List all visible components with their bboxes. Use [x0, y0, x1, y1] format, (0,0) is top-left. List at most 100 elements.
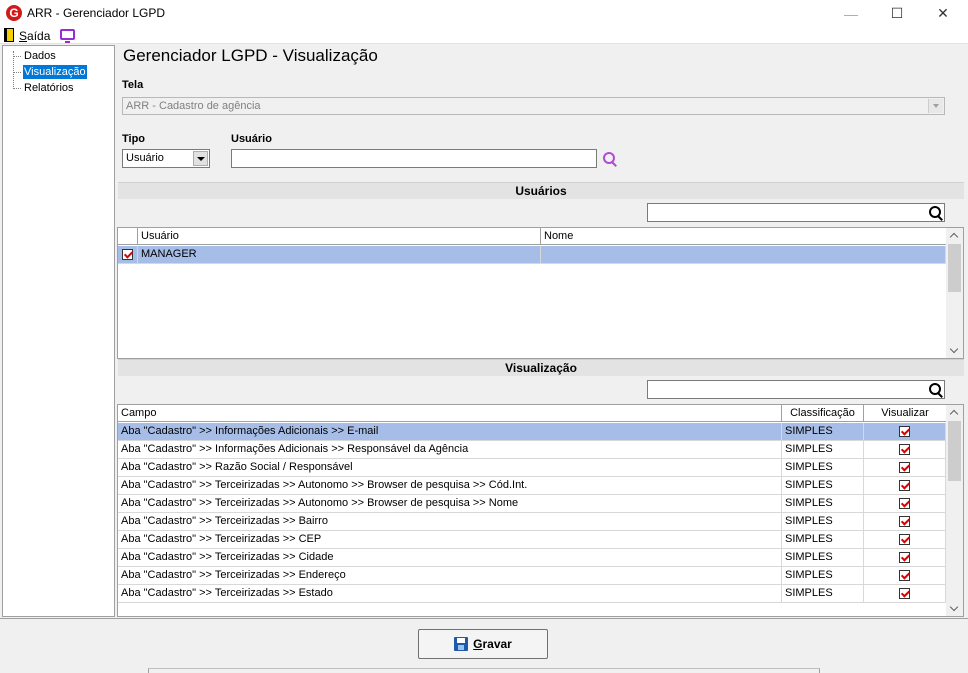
navigation-tree: Dados Visualização Relatórios: [2, 45, 115, 617]
save-mnemonic: G: [473, 637, 483, 651]
campo-cell: Aba "Cadastro" >> Terceirizadas >> Cidad…: [118, 549, 782, 567]
campo-cell: Aba "Cadastro" >> Razão Social / Respons…: [118, 459, 782, 477]
campo-cell: Aba "Cadastro" >> Terceirizadas >> Auton…: [118, 477, 782, 495]
tipo-combobox[interactable]: Usuário: [122, 149, 210, 168]
table-row[interactable]: Aba "Cadastro" >> Terceirizadas >> Cidad…: [118, 549, 946, 567]
visualizar-cell[interactable]: [864, 585, 946, 603]
tree-item-relatorios[interactable]: Relatórios: [13, 81, 75, 96]
table-row[interactable]: MANAGER: [118, 246, 946, 264]
users-grid-scrollbar[interactable]: [946, 228, 963, 358]
save-button[interactable]: Gravar: [418, 629, 548, 659]
table-row[interactable]: Aba "Cadastro" >> Razão Social / Respons…: [118, 459, 946, 477]
visualizar-cell[interactable]: [864, 549, 946, 567]
view-section-header: Visualização: [118, 359, 964, 376]
monitor-icon[interactable]: [60, 29, 75, 43]
title-bar: G ARR - Gerenciador LGPD — ☐ ✕: [0, 0, 968, 27]
checkbox-checked-icon[interactable]: [899, 498, 910, 509]
view-filter-input[interactable]: [647, 380, 945, 399]
table-row[interactable]: Aba "Cadastro" >> Terceirizadas >> Bairr…: [118, 513, 946, 531]
scroll-down-icon[interactable]: [946, 343, 963, 358]
checkbox-checked-icon[interactable]: [899, 516, 910, 527]
tree-item-dados[interactable]: Dados: [13, 49, 57, 64]
table-row[interactable]: Aba "Cadastro" >> Terceirizadas >> Estad…: [118, 585, 946, 603]
table-row[interactable]: Aba "Cadastro" >> Terceirizadas >> Ender…: [118, 567, 946, 585]
classificacao-cell: SIMPLES: [782, 531, 864, 549]
tela-label: Tela: [122, 79, 144, 91]
tree-item-label: Relatórios: [24, 82, 74, 94]
checkbox-checked-icon[interactable]: [899, 570, 910, 581]
checkbox-checked-icon[interactable]: [899, 552, 910, 563]
checkbox-checked-icon[interactable]: [899, 588, 910, 599]
floppy-disk-icon: [454, 637, 469, 651]
footer-divider: [0, 618, 968, 619]
tela-value: ARR - Cadastro de agência: [126, 100, 261, 112]
search-icon[interactable]: [603, 152, 617, 166]
exit-menu-item[interactable]: Saída: [19, 29, 50, 43]
table-row[interactable]: Aba "Cadastro" >> Terceirizadas >> Auton…: [118, 495, 946, 513]
background-window-edge: [148, 668, 820, 673]
search-icon[interactable]: [929, 383, 943, 397]
campo-cell: Aba "Cadastro" >> Terceirizadas >> Estad…: [118, 585, 782, 603]
campo-cell: Aba "Cadastro" >> Terceirizadas >> CEP: [118, 531, 782, 549]
scroll-thumb[interactable]: [948, 421, 961, 481]
scroll-up-icon[interactable]: [946, 405, 963, 420]
users-section-header: Usuários: [118, 182, 964, 199]
search-icon[interactable]: [929, 206, 943, 220]
column-header-nome[interactable]: Nome: [541, 228, 947, 245]
close-button[interactable]: ✕: [920, 0, 966, 27]
tipo-value: Usuário: [126, 152, 164, 164]
table-row[interactable]: Aba "Cadastro" >> Informações Adicionais…: [118, 441, 946, 459]
usuario-input[interactable]: [231, 149, 597, 168]
table-row[interactable]: Aba "Cadastro" >> Terceirizadas >> Auton…: [118, 477, 946, 495]
scroll-up-icon[interactable]: [946, 228, 963, 243]
classificacao-cell: SIMPLES: [782, 459, 864, 477]
scroll-down-icon[interactable]: [946, 601, 963, 616]
column-header-usuario[interactable]: Usuário: [138, 228, 541, 245]
users-filter-input[interactable]: [647, 203, 945, 222]
checkbox-checked-icon[interactable]: [122, 249, 133, 260]
classificacao-cell: SIMPLES: [782, 423, 864, 441]
campo-cell: Aba "Cadastro" >> Terceirizadas >> Auton…: [118, 495, 782, 513]
minimize-button[interactable]: —: [828, 0, 874, 27]
classificacao-cell: SIMPLES: [782, 549, 864, 567]
column-header-classificacao[interactable]: Classificação: [782, 405, 864, 422]
row-checkbox-cell[interactable]: [118, 246, 138, 264]
page-title: Gerenciador LGPD - Visualização: [123, 46, 378, 65]
exit-door-icon[interactable]: [4, 28, 14, 42]
scroll-thumb[interactable]: [948, 244, 961, 292]
fields-grid: Campo Classificação Visualizar Aba "Cada…: [117, 404, 964, 617]
chevron-down-icon[interactable]: [928, 99, 943, 113]
app-logo-icon: G: [6, 5, 22, 21]
visualizar-cell[interactable]: [864, 513, 946, 531]
campo-cell: Aba "Cadastro" >> Informações Adicionais…: [118, 441, 782, 459]
visualizar-cell[interactable]: [864, 423, 946, 441]
users-grid: Usuário Nome MANAGER: [117, 227, 964, 359]
classificacao-cell: SIMPLES: [782, 441, 864, 459]
checkbox-column-header: [118, 228, 138, 245]
checkbox-checked-icon[interactable]: [899, 462, 910, 473]
tree-item-visualizacao[interactable]: Visualização: [13, 65, 87, 80]
visualizar-cell[interactable]: [864, 477, 946, 495]
checkbox-checked-icon[interactable]: [899, 426, 910, 437]
table-row[interactable]: Aba "Cadastro" >> Informações Adicionais…: [118, 423, 946, 441]
visualizar-cell[interactable]: [864, 441, 946, 459]
checkbox-checked-icon[interactable]: [899, 480, 910, 491]
table-row[interactable]: Aba "Cadastro" >> Terceirizadas >> CEP S…: [118, 531, 946, 549]
visualizar-cell[interactable]: [864, 495, 946, 513]
column-header-visualizar[interactable]: Visualizar: [864, 405, 947, 422]
visualizar-cell[interactable]: [864, 459, 946, 477]
tree-item-label: Visualização: [23, 65, 87, 79]
save-label-rest: ravar: [482, 637, 512, 651]
maximize-button[interactable]: ☐: [874, 0, 920, 27]
chevron-down-icon[interactable]: [193, 151, 208, 166]
visualizar-cell[interactable]: [864, 531, 946, 549]
tipo-label: Tipo: [122, 133, 146, 145]
checkbox-checked-icon[interactable]: [899, 444, 910, 455]
column-header-campo[interactable]: Campo: [118, 405, 782, 422]
tela-combobox[interactable]: ARR - Cadastro de agência: [122, 97, 945, 115]
usuario-cell: MANAGER: [138, 246, 541, 264]
checkbox-checked-icon[interactable]: [899, 534, 910, 545]
fields-grid-scrollbar[interactable]: [946, 405, 963, 616]
classificacao-cell: SIMPLES: [782, 477, 864, 495]
visualizar-cell[interactable]: [864, 567, 946, 585]
